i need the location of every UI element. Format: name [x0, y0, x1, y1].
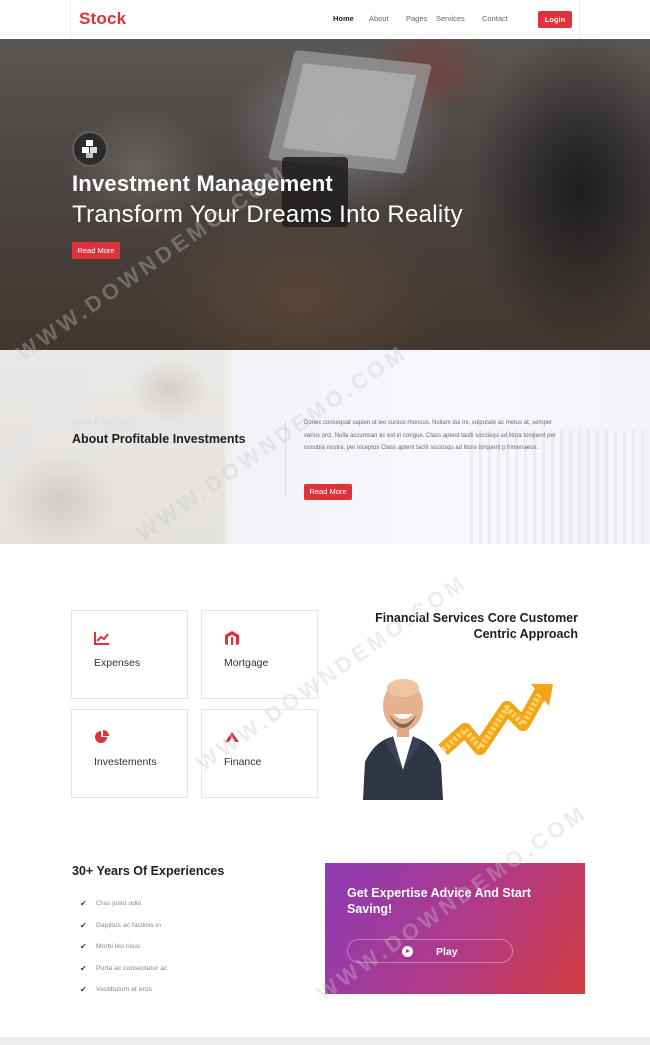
login-button[interactable]: Login — [538, 11, 572, 28]
menu-item-home[interactable]: Home — [333, 14, 369, 23]
about-section: WHAT WE DO About Profitable Investments … — [0, 350, 650, 544]
checkmark-icon: ✔ — [80, 963, 87, 973]
experience-list: ✔ Cras justo odio ✔ Dapibus ac facilisis i… — [80, 893, 167, 1001]
list-item: ✔ Porta ac consectetur ac — [80, 958, 167, 980]
magento-icon — [225, 631, 239, 645]
checkmark-icon: ✔ — [80, 920, 87, 930]
service-label: Finance — [224, 756, 262, 768]
menu-item-contact[interactable]: Contact — [482, 14, 522, 23]
menu-item-about[interactable]: About — [369, 14, 406, 23]
footer-strip — [0, 1037, 650, 1045]
about-background-photo — [0, 350, 225, 544]
play-button[interactable]: Play — [347, 939, 513, 963]
list-item-text: Dapibus ac facilisis in — [96, 921, 161, 929]
checkmark-icon: ✔ — [80, 942, 87, 952]
list-item: ✔ Vestibulum at eros — [80, 979, 167, 1001]
core-approach-title: Financial Services Core Customer Centric… — [375, 611, 578, 641]
cubes-icon — [72, 131, 108, 167]
checkmark-icon: ✔ — [80, 899, 87, 909]
list-item-text: Porta ac consectetur ac — [96, 964, 168, 972]
list-item-text: Morbi leo risus — [96, 943, 141, 951]
cta-title: Get Expertise Advice And Start Saving! — [347, 886, 531, 916]
hero-read-more-button[interactable]: Read More — [72, 242, 120, 259]
menu-item-services[interactable]: Services — [436, 14, 482, 23]
about-read-more-button[interactable]: Read More — [304, 484, 352, 500]
cubes-icon-graphic — [82, 140, 97, 158]
site-logo[interactable]: Stock — [79, 9, 126, 29]
pie-chart-icon — [95, 730, 109, 743]
service-label: Mortgage — [224, 657, 269, 669]
play-icon — [402, 946, 413, 957]
checkmark-icon: ✔ — [80, 985, 87, 995]
about-text: Donec consequat sapien ut leo cursus rho… — [304, 420, 556, 451]
main-menu: Home About Pages Services Contact — [333, 14, 522, 23]
menu-item-pages[interactable]: Pages — [406, 14, 436, 23]
service-label: Expenses — [94, 657, 141, 669]
list-item-text: Vestibulum at eros — [96, 986, 152, 994]
service-card-expenses[interactable]: Expenses — [71, 610, 188, 699]
cta-box: Get Expertise Advice And Start Saving! P… — [325, 863, 585, 994]
about-eyebrow: WHAT WE DO — [72, 418, 135, 427]
hero-title: Investment Management — [72, 171, 333, 196]
finance-icon — [225, 732, 239, 742]
about-title: About Profitable Investments — [72, 432, 246, 446]
about-divider — [285, 420, 286, 496]
list-item: ✔ Cras justo odio — [80, 893, 167, 915]
businessman-illustration — [363, 679, 553, 800]
service-card-investements[interactable]: Investements — [71, 709, 188, 798]
navbar-container: Stock Home About Pages Services Contact … — [70, 0, 580, 39]
line-chart-icon — [94, 632, 109, 645]
list-item: ✔ Morbi leo risus — [80, 936, 167, 958]
service-card-finance[interactable]: Finance — [201, 709, 318, 798]
hero-subtitle: Transform Your Dreams Into Reality — [72, 201, 463, 228]
service-card-mortgage[interactable]: Mortgage — [201, 610, 318, 699]
list-item: ✔ Dapibus ac facilisis in — [80, 915, 167, 937]
top-navbar: Stock Home About Pages Services Contact … — [0, 0, 650, 39]
play-label: Play — [436, 946, 458, 958]
list-item-text: Cras justo odio — [96, 900, 142, 908]
service-label: Investements — [94, 756, 157, 768]
experience-title: 30+ Years Of Experiences — [72, 864, 225, 878]
hero-banner: Investment Management Transform Your Dre… — [0, 39, 650, 350]
